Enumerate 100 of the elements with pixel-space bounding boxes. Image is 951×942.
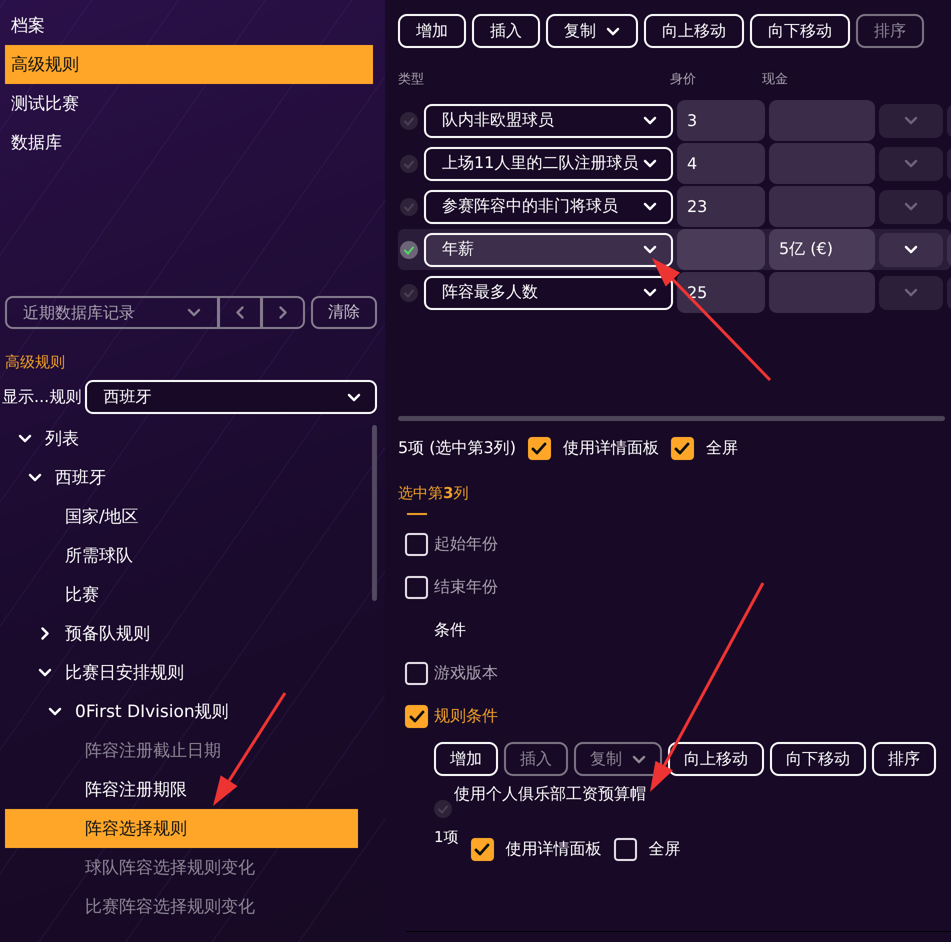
checkbox[interactable] <box>405 576 428 599</box>
checkbox[interactable] <box>528 437 551 460</box>
toolbar-button[interactable]: 向下移动 <box>750 14 850 48</box>
toolbar-button[interactable]: 复制 <box>546 14 638 48</box>
history-field[interactable]: 近期数据库记录 <box>7 298 187 327</box>
type-dropdown[interactable]: 阵容最多人数 <box>424 276 673 310</box>
rule-row[interactable]: 参赛阵容中的非门将球员 23 <box>398 186 951 227</box>
value-field[interactable] <box>677 229 765 270</box>
filter-dropdown[interactable]: 西班牙 <box>85 380 377 414</box>
chevron-down-icon <box>643 116 657 125</box>
toolbar-button[interactable]: 向上移动 <box>668 742 764 776</box>
check-circle-icon[interactable] <box>400 198 418 216</box>
unit-dropdown[interactable] <box>879 232 943 266</box>
column-header: 类型 <box>398 71 425 88</box>
tree-item[interactable]: 预备队规则 <box>5 614 358 653</box>
item-count: 1项 <box>434 828 459 847</box>
chevron-right-icon <box>40 626 50 640</box>
nav-item[interactable]: 测试比赛 <box>5 84 373 123</box>
checkbox-label: 使用详情面板 <box>562 438 659 459</box>
check-circle-icon[interactable] <box>400 284 418 302</box>
toolbar-button[interactable]: 向上移动 <box>644 14 744 48</box>
history-dropdown[interactable]: 近期数据库记录 <box>5 296 305 329</box>
nav-item[interactable]: 档案 <box>5 6 373 45</box>
caret-icon <box>632 754 646 764</box>
chevron-down-icon <box>187 308 201 317</box>
checkbox-label: 全屏 <box>648 839 681 860</box>
type-dropdown[interactable]: 参赛阵容中的非门将球员 <box>424 190 673 224</box>
tree-item[interactable]: 西班牙 <box>5 458 358 497</box>
chevron-down-icon <box>347 392 361 402</box>
field-label: 条件 <box>434 620 466 641</box>
cash-field[interactable] <box>769 143 875 184</box>
chevron-down-icon <box>904 159 918 168</box>
check-circle-icon[interactable] <box>434 800 452 818</box>
column-header: 身价 <box>670 71 697 88</box>
type-dropdown[interactable]: 队内非欧盟球员 <box>424 104 673 138</box>
toolbar-button[interactable]: 排序 <box>872 742 936 776</box>
cash-field[interactable] <box>769 272 875 313</box>
tree-item[interactable]: 所需球队 <box>5 536 358 575</box>
check-circle-icon[interactable] <box>400 154 418 172</box>
rule-row[interactable]: 上场11人里的二队注册球员 4 <box>398 143 951 184</box>
detail-title: 选中第3列 <box>398 484 468 503</box>
checkbox[interactable] <box>470 838 494 861</box>
unit-dropdown[interactable] <box>879 146 943 180</box>
chevron-down-icon <box>38 668 52 677</box>
tree-item[interactable]: 比赛 <box>5 575 358 614</box>
filter-label: 显示...规则 <box>2 386 82 408</box>
checkbox-label: 规则条件 <box>434 706 498 727</box>
chevron-down-icon <box>904 288 918 297</box>
section-title: 高级规则 <box>5 353 65 372</box>
check-icon <box>474 843 490 856</box>
checkbox-label: 结束年份 <box>434 577 498 598</box>
chevron-down-icon <box>643 159 657 168</box>
condition-item[interactable]: 使用个人俱乐部工资预算帽 <box>454 784 646 805</box>
type-dropdown[interactable]: 年薪 <box>424 232 673 266</box>
rule-row[interactable]: 队内非欧盟球员 3 <box>398 100 951 141</box>
checkbox-label: 全屏 <box>706 438 738 459</box>
item-count: 5项 (选中第3列) <box>398 438 516 459</box>
checkbox-label: 使用详情面板 <box>506 839 602 860</box>
chevron-right-icon <box>278 306 288 320</box>
chevron-down-icon <box>18 434 32 443</box>
toolbar-button[interactable]: 增加 <box>398 14 466 48</box>
check-circle-icon[interactable] <box>400 240 418 258</box>
chevron-down-icon <box>904 116 918 125</box>
unit-dropdown[interactable] <box>879 276 943 310</box>
tree-item[interactable]: 阵容选择规则 <box>5 809 358 848</box>
check-icon <box>531 442 548 455</box>
chevron-down-icon <box>643 202 657 211</box>
unit-dropdown[interactable] <box>879 190 943 224</box>
value-field[interactable]: 4 <box>677 143 765 184</box>
checkbox-label: 起始年份 <box>434 534 498 555</box>
type-dropdown[interactable]: 上场11人里的二队注册球员 <box>424 146 673 180</box>
tree-item[interactable]: 0First DIvision规则 <box>5 692 358 731</box>
nav-item[interactable]: 数据库 <box>5 123 373 162</box>
toolbar-button[interactable]: 插入 <box>472 14 540 48</box>
tree-item[interactable]: 国家/地区 <box>5 497 358 536</box>
toolbar-button[interactable]: 增加 <box>434 742 498 776</box>
caret-icon <box>606 26 620 36</box>
checkbox[interactable] <box>405 533 428 556</box>
nav-item[interactable]: 高级规则 <box>5 45 373 84</box>
checkbox[interactable] <box>614 838 637 861</box>
tree-item[interactable]: 列表 <box>5 419 358 458</box>
unit-dropdown[interactable] <box>879 104 943 138</box>
tree-item[interactable]: 比赛日安排规则 <box>5 653 358 692</box>
cash-field[interactable] <box>769 186 875 227</box>
rule-row[interactable]: 年薪 5亿 (€) <box>398 229 951 270</box>
check-circle-icon[interactable] <box>400 112 418 130</box>
clear-button[interactable]: 清除 <box>311 296 377 329</box>
chevron-down-icon <box>904 202 918 211</box>
cash-field[interactable] <box>769 100 875 141</box>
value-field[interactable]: 23 <box>677 186 765 227</box>
toolbar-button[interactable]: 向下移动 <box>770 742 866 776</box>
checkbox[interactable] <box>405 662 428 685</box>
chevron-down-icon <box>904 245 918 254</box>
checkbox[interactable] <box>405 705 428 728</box>
checkbox[interactable] <box>670 437 694 460</box>
cash-field[interactable]: 5亿 (€) <box>769 229 875 270</box>
check-icon <box>674 442 690 455</box>
tree-item[interactable]: 阵容注册期限 <box>5 770 358 809</box>
value-field[interactable]: 3 <box>677 100 765 141</box>
check-icon <box>408 710 424 723</box>
